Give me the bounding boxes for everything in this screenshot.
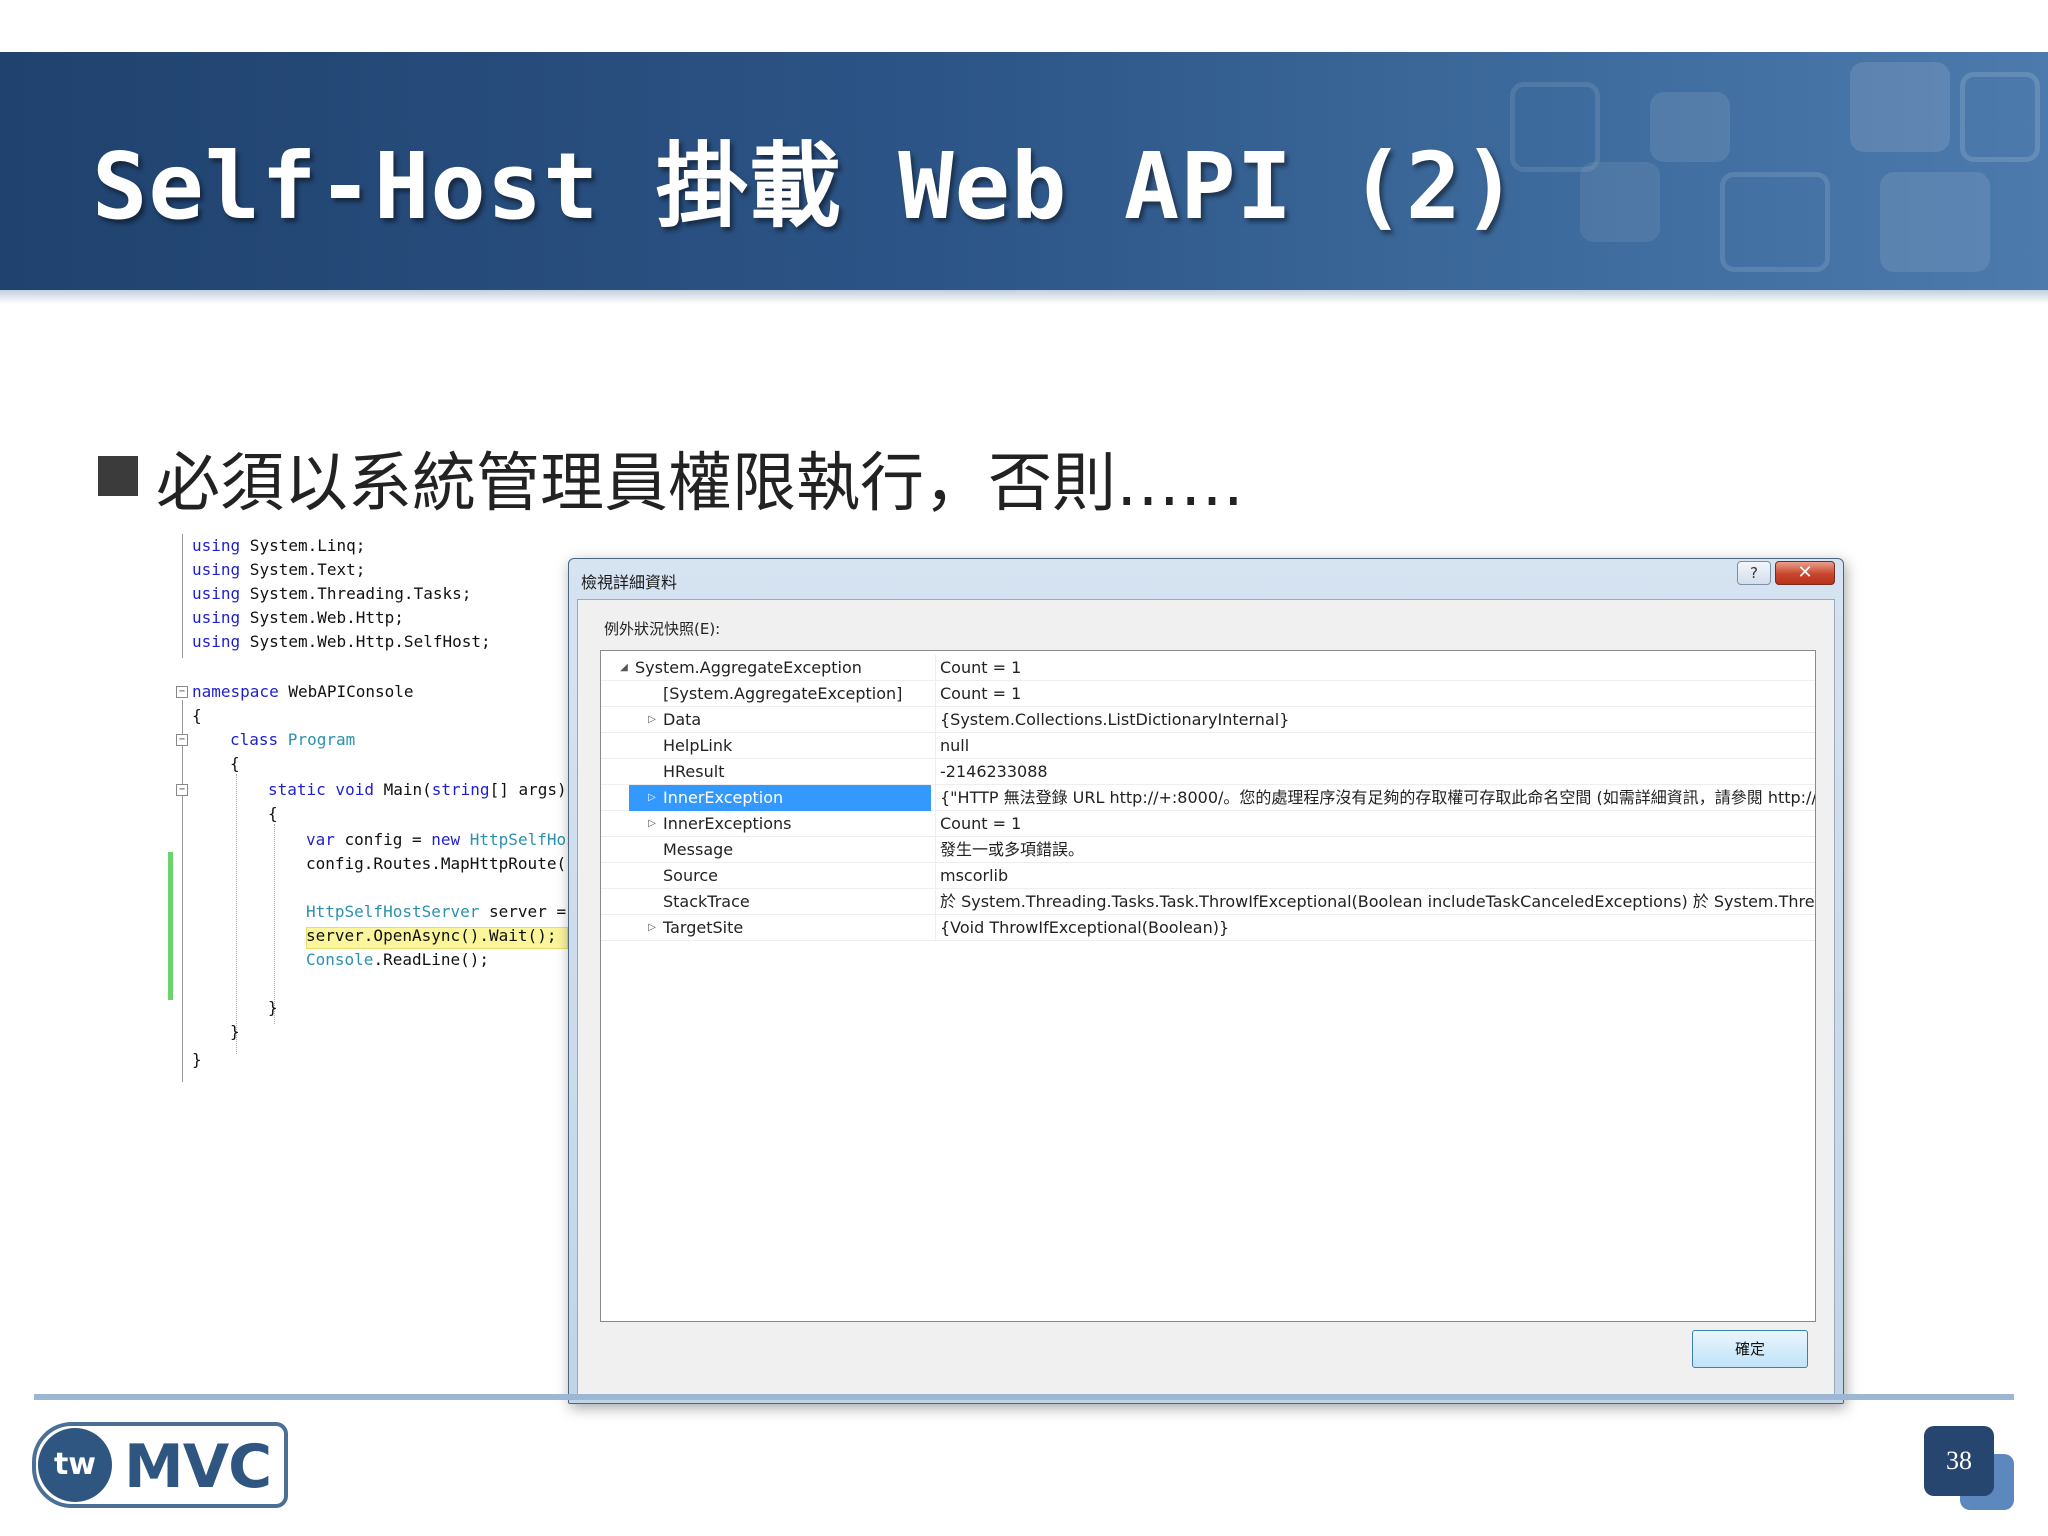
code-line: Console.ReadLine();	[306, 950, 490, 969]
decor-square	[1720, 172, 1830, 272]
code-line: }	[192, 1050, 202, 1069]
exception-property-grid[interactable]: ◢ System.AggregateException Count = 1 [Syst…	[600, 650, 1816, 1322]
property-name: Source	[663, 866, 718, 885]
code-line: using System.Text;	[192, 560, 366, 579]
help-button[interactable]: ?	[1737, 561, 1771, 585]
property-value: 於 System.Threading.Tasks.Task.ThrowIfExc…	[935, 889, 1815, 915]
property-row[interactable]: Message 發生一或多項錯誤。	[601, 837, 1815, 863]
code-guide-line	[274, 824, 275, 1024]
change-marker	[168, 852, 173, 1000]
property-name: InnerExceptions	[663, 814, 792, 833]
expand-arrow-icon[interactable]: ◢	[617, 655, 631, 681]
code-line: }	[268, 998, 278, 1017]
property-row[interactable]: ▷ Data {System.Collections.ListDictionaryI…	[601, 707, 1815, 733]
expand-arrow-icon[interactable]: ▷	[645, 707, 659, 733]
fold-toggle[interactable]: −	[176, 686, 188, 698]
expand-arrow-icon[interactable]: ▷	[645, 811, 659, 837]
property-name: HelpLink	[663, 736, 733, 755]
property-value: -2146233088	[935, 759, 1815, 785]
property-value: Count = 1	[935, 811, 1815, 837]
code-line: }	[230, 1022, 240, 1041]
code-guide-line	[182, 700, 183, 1082]
fold-toggle[interactable]: −	[176, 734, 188, 746]
code-guide-line	[236, 774, 237, 1054]
code-line: static void Main(string[] args)	[268, 780, 567, 799]
property-name: InnerException	[663, 788, 784, 807]
code-line: class Program	[230, 730, 356, 749]
property-row[interactable]: Source mscorlib	[601, 863, 1815, 889]
code-line: {	[230, 754, 240, 773]
banner-shadow	[0, 290, 2048, 304]
expand-arrow-icon[interactable]: ▷	[645, 785, 659, 811]
decor-square	[1650, 92, 1730, 162]
property-value: Count = 1	[935, 681, 1815, 707]
code-line: namespace WebAPIConsole	[192, 682, 414, 701]
dialog-title: 檢視詳細資料	[581, 573, 678, 592]
exception-detail-dialog: 檢視詳細資料 ? ✕ 例外狀況快照(E): ◢ System.AggregateE…	[568, 558, 1844, 1404]
dialog-client-area: 例外狀況快照(E): ◢ System.AggregateException Cou…	[577, 599, 1835, 1395]
fold-toggle[interactable]: −	[176, 784, 188, 796]
bullet-square	[98, 456, 138, 496]
property-name: System.AggregateException	[635, 658, 862, 677]
bullet-text: 必須以系統管理員權限執行，否則……	[156, 447, 1244, 521]
code-line: config.Routes.MapHttpRoute(	[306, 854, 567, 873]
property-name: Data	[663, 710, 702, 729]
twmvc-logo: tw MVC	[32, 1422, 288, 1508]
code-line: using System.Linq;	[192, 536, 366, 555]
property-name: StackTrace	[663, 892, 750, 911]
expand-placeholder	[645, 759, 659, 785]
property-name: TargetSite	[663, 918, 744, 937]
expand-arrow-icon[interactable]: ▷	[645, 915, 659, 941]
logo-circle: tw	[38, 1428, 112, 1502]
property-row[interactable]: HelpLink null	[601, 733, 1815, 759]
property-value: {Void ThrowIfExceptional(Boolean)}	[935, 915, 1815, 941]
code-line: using System.Threading.Tasks;	[192, 584, 472, 603]
expand-placeholder	[645, 837, 659, 863]
code-line: {	[268, 804, 278, 823]
property-row[interactable]: ▷ InnerException {"HTTP 無法登錄 URL http://+:…	[601, 785, 1815, 811]
property-row[interactable]: [System.AggregateException] Count = 1	[601, 681, 1815, 707]
property-name: [System.AggregateException]	[663, 684, 903, 703]
property-value: {System.Collections.ListDictionaryIntern…	[935, 707, 1815, 733]
page-number: 38	[1924, 1426, 1994, 1496]
property-row[interactable]: ▷ TargetSite {Void ThrowIfExceptional(Bool…	[601, 915, 1815, 941]
expand-placeholder	[645, 863, 659, 889]
code-line: using System.Web.Http.SelfHost;	[192, 632, 491, 651]
property-value: 發生一或多項錯誤。	[935, 837, 1815, 863]
property-value: null	[935, 733, 1815, 759]
property-name: Message	[663, 840, 734, 859]
logo-text: MVC	[124, 1432, 272, 1502]
decor-square	[1850, 62, 1950, 152]
code-line: HttpSelfHostServer server =	[306, 902, 567, 921]
property-row[interactable]: HResult -2146233088	[601, 759, 1815, 785]
code-line-current: server.OpenAsync().Wait();	[306, 926, 557, 945]
property-value: mscorlib	[935, 863, 1815, 889]
code-line: {	[192, 706, 202, 725]
close-button[interactable]: ✕	[1775, 561, 1835, 585]
decor-square	[1580, 162, 1660, 242]
property-value: {"HTTP 無法登錄 URL http://+:8000/。您的處理程序沒有足…	[935, 785, 1815, 811]
code-editor: using System.Linq; using System.Text; us…	[160, 534, 580, 1404]
decor-square	[1880, 172, 1990, 272]
code-line: var config = new HttpSelfHos	[306, 830, 576, 849]
decor-square	[1510, 82, 1600, 172]
code-guide-line	[182, 534, 183, 658]
ok-button[interactable]: 確定	[1692, 1330, 1808, 1368]
expand-placeholder	[645, 889, 659, 915]
property-row[interactable]: StackTrace 於 System.Threading.Tasks.Task…	[601, 889, 1815, 915]
property-row[interactable]: ▷ InnerExceptions Count = 1	[601, 811, 1815, 837]
code-line: using System.Web.Http;	[192, 608, 404, 627]
snapshot-caption: 例外狀況快照(E):	[604, 620, 721, 638]
expand-placeholder	[645, 681, 659, 707]
property-value: Count = 1	[935, 655, 1815, 681]
property-row[interactable]: ◢ System.AggregateException Count = 1	[601, 655, 1815, 681]
expand-placeholder	[645, 733, 659, 759]
footer-line	[34, 1394, 2014, 1400]
decor-square	[1960, 72, 2040, 162]
property-name: HResult	[663, 762, 725, 781]
slide-title: Self-Host 掛載 Web API (2)	[92, 133, 1519, 240]
